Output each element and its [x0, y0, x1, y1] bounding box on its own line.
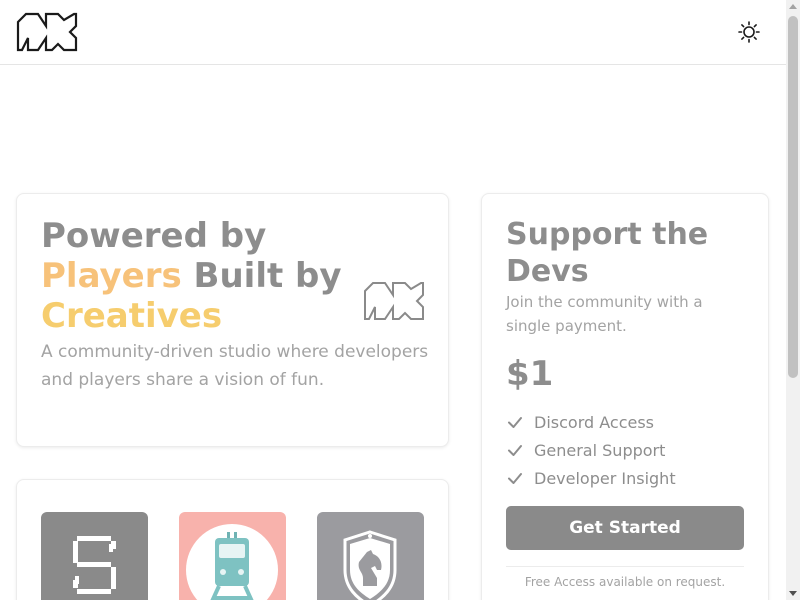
feature-item: Discord Access: [506, 410, 654, 434]
hero-card: Powered by Players Built by Creatives A …: [16, 193, 449, 447]
hero-title-creatives: Creatives: [41, 296, 223, 336]
game-tile-1[interactable]: [41, 512, 148, 600]
train-icon: [186, 524, 278, 600]
top-navbar: [0, 0, 786, 65]
games-card: [16, 479, 449, 600]
feature-item: General Support: [506, 438, 665, 462]
scroll-down-arrow-icon[interactable]: [789, 591, 797, 596]
feature-label: Developer Insight: [534, 468, 676, 488]
knight-shield-icon: [343, 530, 397, 600]
studio-logo-icon[interactable]: [16, 12, 78, 52]
check-icon: [508, 473, 522, 484]
price-amount: $1: [506, 354, 554, 394]
studio-logo-icon: [363, 280, 425, 322]
pricing-card: Support the Devs Join the community with…: [481, 193, 769, 600]
hero-title-part2: Built by: [181, 256, 342, 296]
hero-title: Powered by Players Built by Creatives: [41, 216, 361, 336]
check-icon: [508, 417, 522, 428]
check-icon: [508, 445, 522, 456]
pricing-subtitle: Join the community with a single payment…: [506, 293, 703, 335]
divider: [506, 566, 744, 567]
feature-item: Developer Insight: [506, 466, 676, 490]
get-started-button[interactable]: Get Started: [506, 506, 744, 550]
game-tile-2[interactable]: [179, 512, 286, 600]
feature-label: Discord Access: [534, 412, 654, 432]
free-access-note: Free Access available on request.: [524, 575, 726, 589]
scroll-up-arrow-icon[interactable]: [789, 4, 797, 9]
pixel-s-icon: [73, 536, 116, 594]
hero-description: A community-driven studio where develope…: [41, 342, 429, 390]
sun-icon[interactable]: [737, 20, 761, 44]
pricing-title: Support the Devs: [506, 217, 709, 289]
hero-title-players: Players: [41, 256, 182, 296]
page-scrollbar[interactable]: [786, 0, 800, 600]
scroll-thumb[interactable]: [788, 16, 798, 378]
feature-label: General Support: [534, 440, 666, 460]
hero-title-part1: Powered by: [41, 216, 267, 256]
game-tile-3[interactable]: [317, 512, 424, 600]
